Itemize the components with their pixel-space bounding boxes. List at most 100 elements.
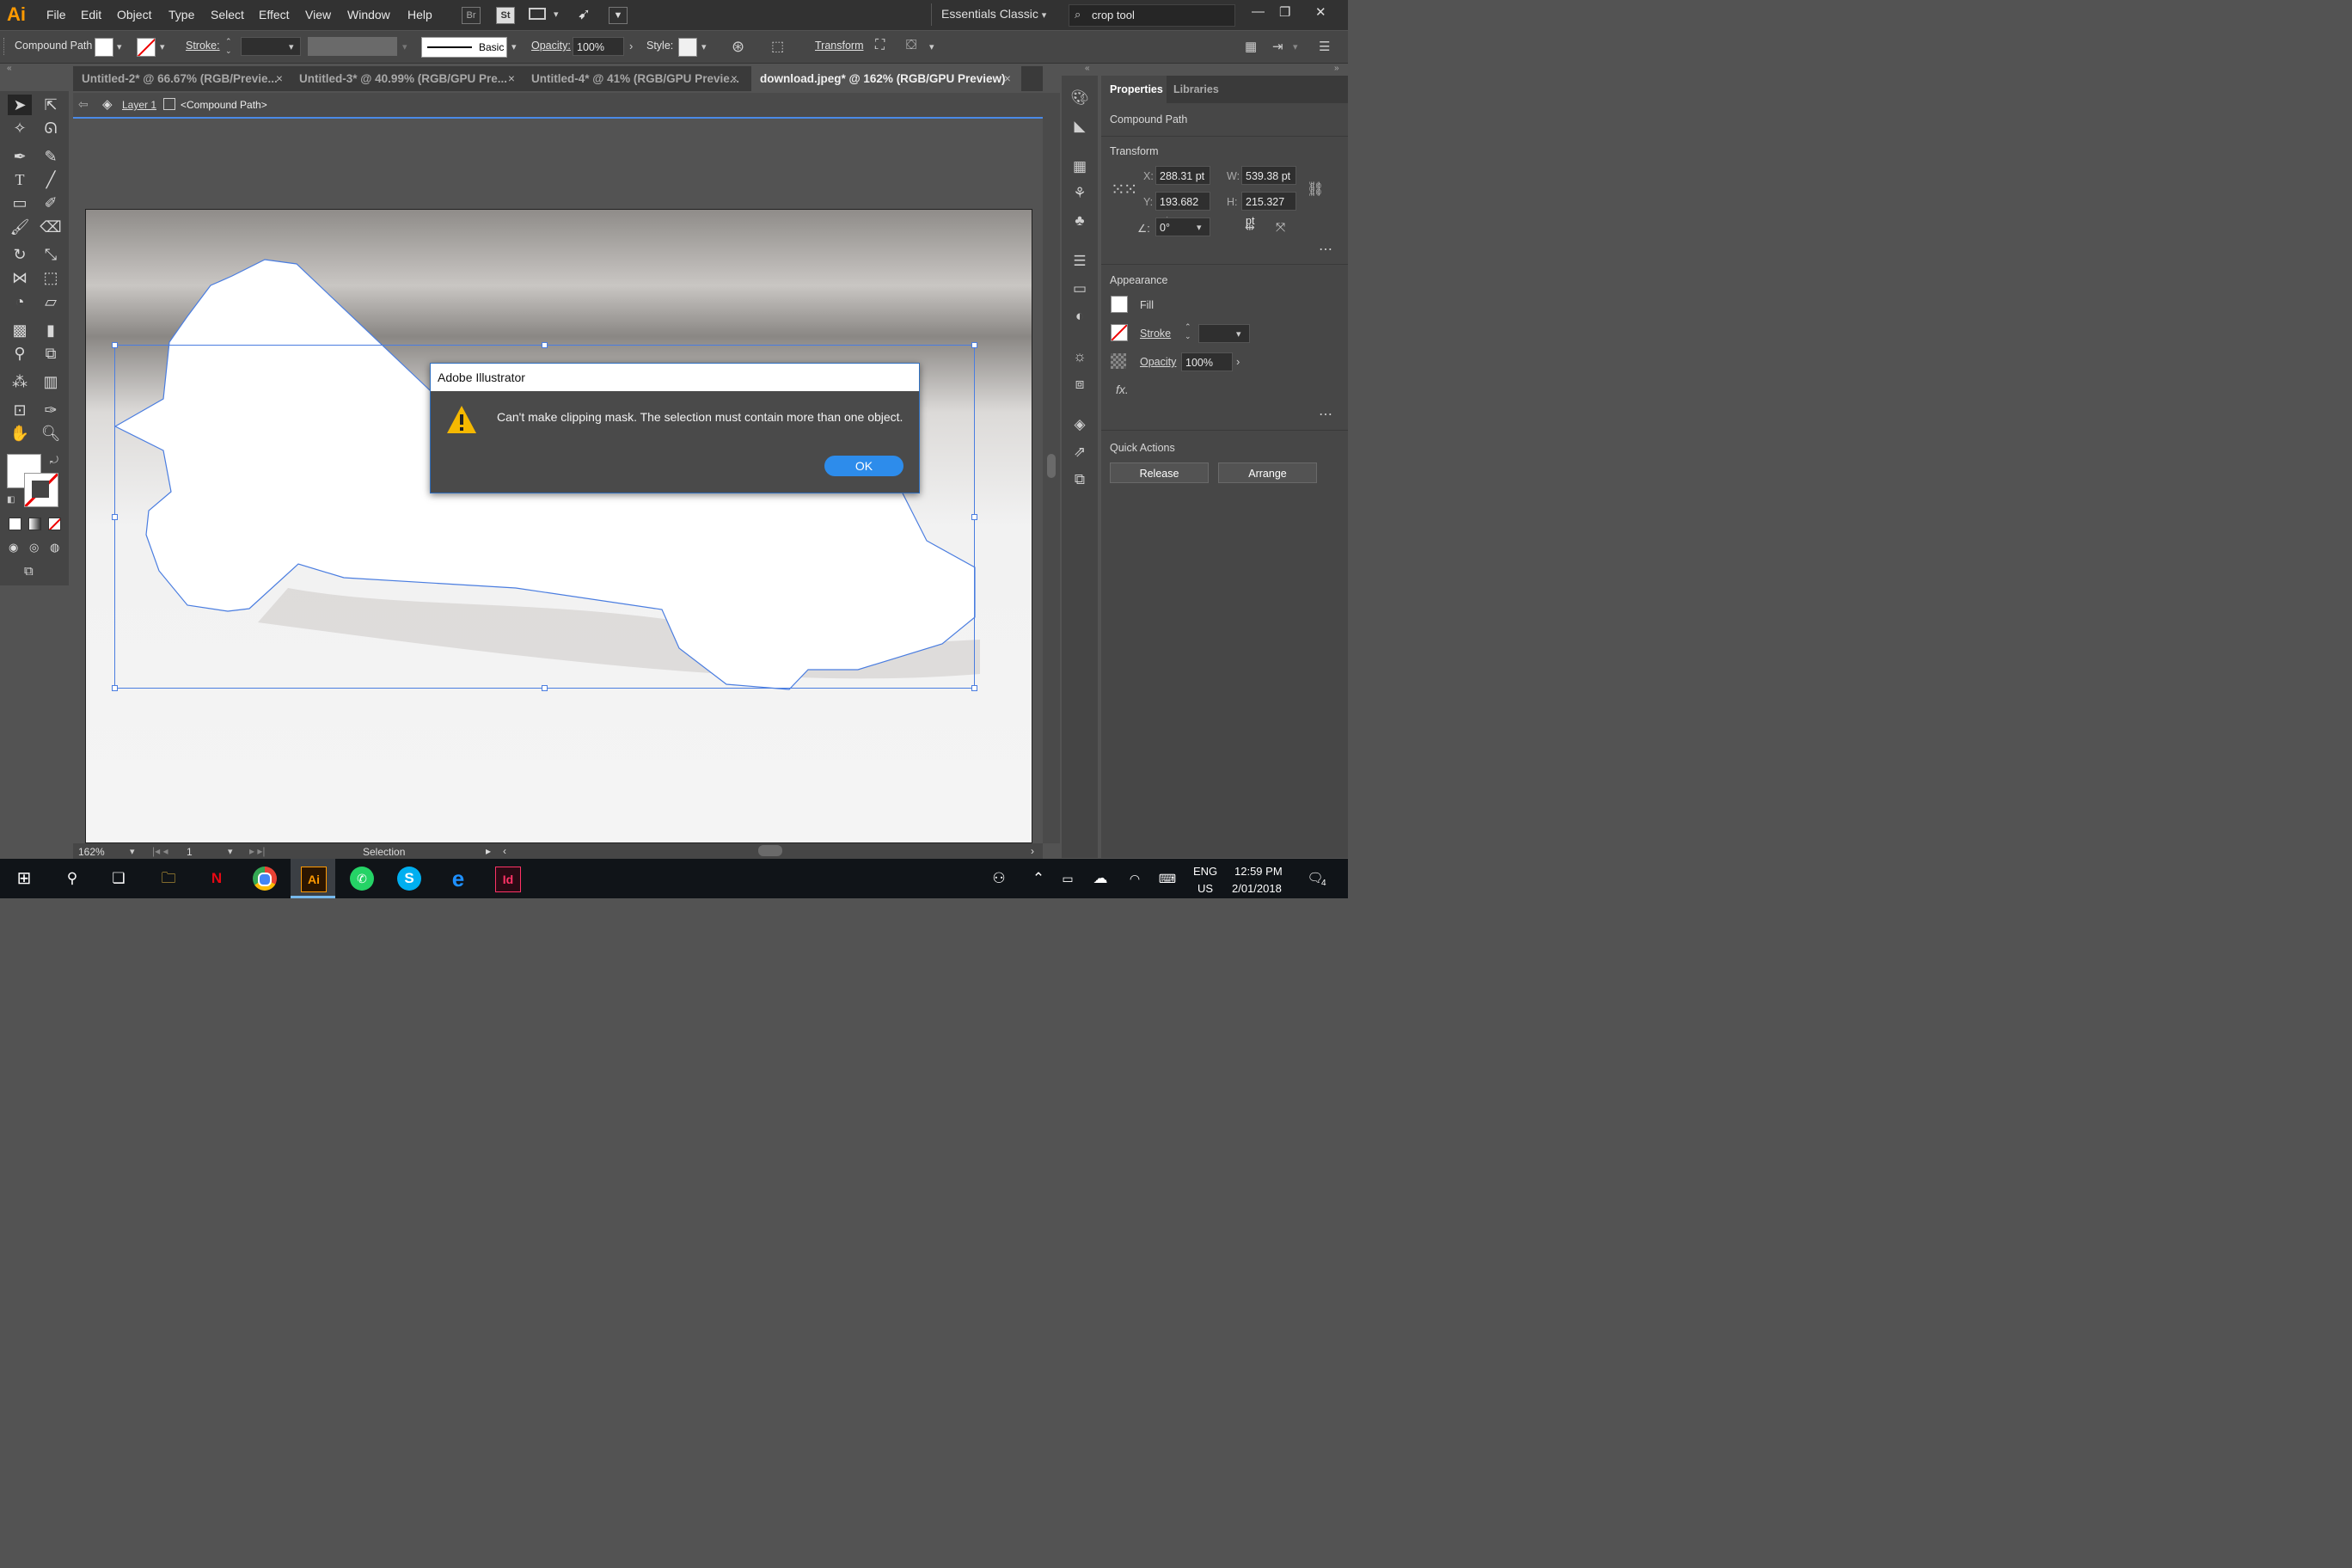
close-icon[interactable]: × (731, 66, 738, 91)
gradient-tool-icon[interactable]: ▮ (39, 320, 63, 340)
collapse-strip-icon[interactable]: « (1085, 64, 1090, 73)
perspective-grid-icon[interactable]: ▱ (39, 291, 63, 312)
recolor-artwork-icon[interactable]: ⊛ (732, 38, 744, 56)
fill-swatch[interactable] (95, 38, 113, 57)
hand-tool-icon[interactable]: ✋ (8, 423, 32, 444)
close-button[interactable]: ✕ (1315, 4, 1326, 20)
opacity-field[interactable]: 100% (1181, 352, 1233, 371)
stroke-panel-icon[interactable]: ☰ (1070, 252, 1089, 271)
none-mode-icon[interactable] (48, 518, 61, 530)
stock-icon[interactable]: St (496, 7, 515, 24)
zoom-level[interactable]: 162% (78, 846, 105, 858)
chevron-down-icon[interactable]: ▾ (1236, 328, 1241, 340)
color-guide-icon[interactable]: ◣ (1070, 117, 1089, 136)
color-mode-icon[interactable] (9, 518, 21, 530)
constrain-proportions-icon[interactable]: ⛓ (1307, 181, 1324, 198)
tab-untitled-4[interactable]: Untitled-4* @ 41% (RGB/GPU Previe... × (531, 66, 743, 91)
restore-button[interactable]: ❐ (1279, 4, 1290, 20)
scale-tool-icon[interactable]: ⤡ (39, 244, 63, 265)
tab-libraries[interactable]: Libraries (1173, 83, 1219, 95)
stepper-icon[interactable]: ⌃ ⌄ (1185, 322, 1191, 341)
arrange-documents-icon[interactable] (529, 8, 546, 20)
chevron-down-icon[interactable]: ▾ (228, 846, 233, 857)
isolate-icon[interactable]: ⛶ (875, 38, 885, 53)
chevron-down-icon[interactable]: ▾ (130, 846, 135, 857)
effects-icon[interactable]: fx. (1116, 383, 1129, 396)
skype-icon[interactable]: S (397, 867, 421, 891)
vertical-scrollbar[interactable] (1043, 93, 1060, 843)
menu-window[interactable]: Window (347, 8, 390, 21)
style-swatch[interactable] (678, 38, 697, 57)
transparency-icon[interactable]: ◐ (1070, 307, 1089, 326)
panel-menu-icon[interactable]: ☰ (1319, 39, 1330, 54)
reference-point-icon[interactable]: ⁙⁙ (1111, 179, 1137, 200)
eyedropper-icon[interactable]: ⚲ (8, 343, 32, 364)
chevron-down-icon[interactable]: ▾ (117, 41, 122, 52)
last-artboard-icon[interactable]: ▸ ▸| (249, 845, 266, 857)
show-hidden-icons[interactable]: ⌃ (1026, 867, 1050, 891)
clock-date[interactable]: 2/01/2018 (1232, 882, 1282, 895)
keyboard-icon[interactable]: ⌨ (1155, 867, 1179, 891)
graph-tool-icon[interactable]: ▥ (39, 371, 63, 392)
paintbrush-icon[interactable]: 🖌 (8, 217, 32, 237)
menu-view[interactable]: View (305, 8, 331, 21)
shaper-tool-icon[interactable]: ✐ (39, 193, 63, 213)
task-view-icon[interactable]: ❏ (107, 867, 131, 891)
screen-mode-icon[interactable]: ⧉ (24, 564, 34, 579)
x-field[interactable]: 288.31 pt (1155, 166, 1210, 185)
swap-colors-icon[interactable]: ⤾ (50, 454, 58, 467)
horizontal-scroll-thumb[interactable] (758, 845, 782, 856)
tab-properties[interactable]: Properties (1110, 83, 1163, 95)
flip-horizontal-icon[interactable]: ⇹ (1245, 220, 1255, 235)
indesign-icon[interactable]: Id (495, 867, 521, 892)
blend-tool-icon[interactable]: ⧉ (39, 343, 63, 364)
workspace-switcher[interactable]: Essentials Classic ▾ (941, 7, 1046, 21)
variable-width-profile[interactable] (308, 37, 397, 56)
shape-builder-icon[interactable]: ◔ (8, 291, 32, 312)
search-input[interactable]: ⌕ crop tool (1069, 4, 1235, 27)
close-icon[interactable]: × (1004, 66, 1011, 91)
slice-tool-icon[interactable]: ✑ (39, 400, 63, 420)
selection-tool-icon[interactable]: ➤ (8, 95, 32, 115)
language-top[interactable]: ENG (1193, 865, 1217, 878)
y-field[interactable]: 193.682 pt (1155, 192, 1210, 227)
whatsapp-icon[interactable]: ✆ (350, 867, 374, 891)
ok-button[interactable]: OK (824, 456, 903, 476)
align-panel-icon[interactable]: ⇥ (1272, 39, 1283, 54)
chevron-down-icon[interactable]: ▾ (929, 41, 934, 52)
release-button[interactable]: Release (1110, 462, 1209, 483)
chevron-down-icon[interactable]: ▾ (554, 9, 559, 20)
stepper-icon[interactable]: ⌃ ⌄ (225, 37, 232, 56)
w-field[interactable]: 539.38 pt (1241, 166, 1296, 185)
edge-icon[interactable]: e (446, 867, 470, 891)
chevron-down-icon[interactable]: ▾ (701, 41, 707, 52)
close-icon[interactable]: × (508, 66, 515, 91)
more-options-icon[interactable]: ⋯ (1319, 406, 1332, 423)
transform-each-icon[interactable]: ⛋ (906, 38, 916, 53)
transform-link[interactable]: Transform (815, 40, 864, 52)
stroke-label[interactable]: Stroke (1140, 328, 1171, 340)
line-tool-icon[interactable]: ╱ (39, 169, 63, 190)
arrange-button[interactable]: Arrange (1218, 462, 1317, 483)
stroke-color-box[interactable] (24, 473, 58, 507)
curvature-tool-icon[interactable]: ✎ (39, 146, 63, 167)
draw-behind-icon[interactable]: ◎ (29, 541, 39, 554)
flip-vertical-icon[interactable]: ⤧ (1276, 220, 1285, 235)
close-icon[interactable]: × (276, 66, 283, 91)
menu-edit[interactable]: Edit (81, 8, 101, 21)
appearance-panel-icon[interactable]: ☼ (1070, 347, 1089, 366)
gradient-panel-icon[interactable]: ▭ (1070, 279, 1089, 298)
align-icon[interactable]: ⬚ (771, 38, 784, 55)
mesh-tool-icon[interactable]: ▩ (8, 320, 32, 340)
stroke-none-swatch[interactable] (1111, 324, 1128, 341)
menu-object[interactable]: Object (117, 8, 151, 21)
clock-time[interactable]: 12:59 PM (1234, 865, 1283, 878)
rotate-tool-icon[interactable]: ↻ (8, 244, 32, 265)
stroke-none-swatch[interactable] (137, 38, 156, 57)
menu-effect[interactable]: Effect (259, 8, 290, 21)
chevron-right-icon[interactable]: › (629, 40, 633, 52)
color-panel-icon[interactable]: 🎨︎ (1070, 89, 1089, 107)
search-icon[interactable]: ⚲ (60, 867, 84, 891)
wifi-icon[interactable]: ◠ (1123, 867, 1147, 891)
netflix-icon[interactable]: N (205, 867, 229, 891)
